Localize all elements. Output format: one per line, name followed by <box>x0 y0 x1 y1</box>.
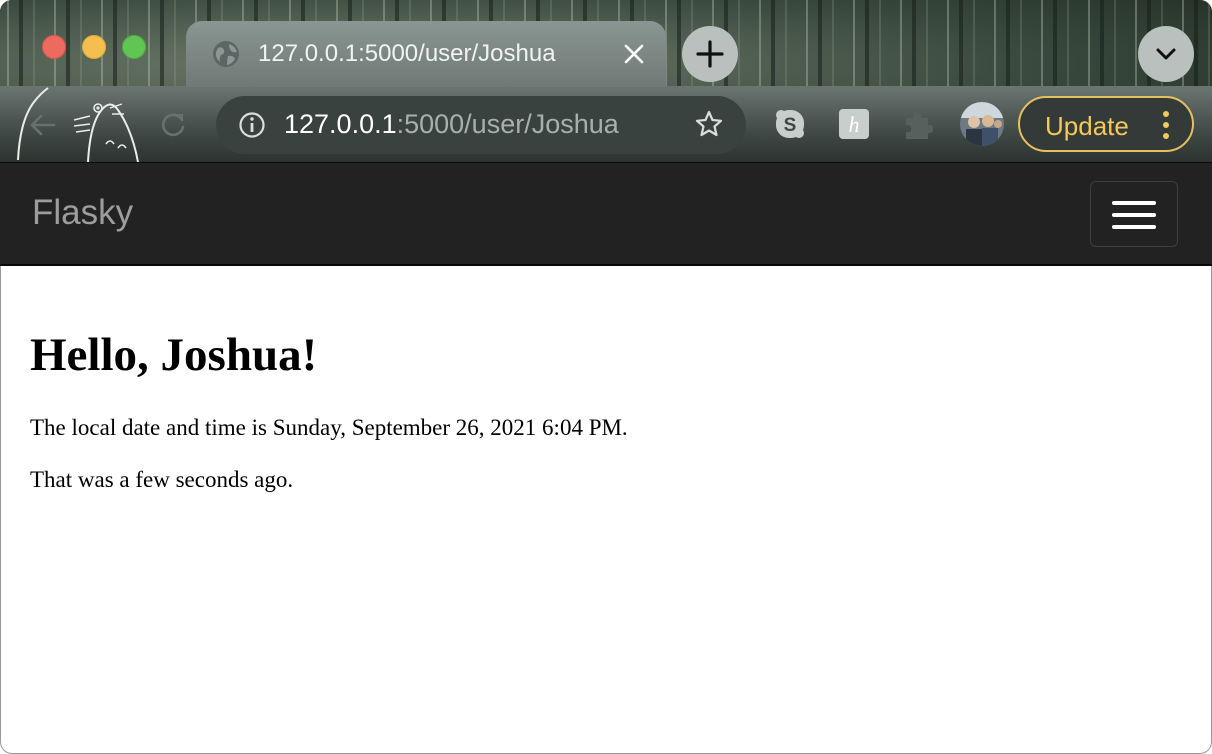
address-bar[interactable]: 127.0.0.1:5000/user/Joshua <box>216 96 746 154</box>
close-icon[interactable] <box>622 42 646 66</box>
plus-icon <box>696 40 724 68</box>
hamburger-icon-bar <box>1112 213 1156 217</box>
page-title: Hello, Joshua! <box>30 329 318 381</box>
new-tab-button[interactable] <box>682 26 738 82</box>
chevron-down-icon <box>1156 48 1176 60</box>
back-arrow-icon[interactable] <box>28 110 58 140</box>
avatar[interactable] <box>960 102 1004 146</box>
tab-title: 127.0.0.1:5000/user/Joshua <box>258 40 556 67</box>
skype-icon[interactable]: S <box>774 108 806 140</box>
tab-active[interactable]: 127.0.0.1:5000/user/Joshua <box>186 21 666 87</box>
update-button[interactable]: Update <box>1018 96 1194 152</box>
url-text[interactable]: 127.0.0.1:5000/user/Joshua <box>284 109 619 140</box>
globe-icon <box>213 41 239 67</box>
local-time-text: The local date and time is Sunday, Septe… <box>30 415 628 440</box>
update-label: Update <box>1045 111 1129 141</box>
browser-chrome: 127.0.0.1:5000/user/Joshua 127.0.0.1:500… <box>0 0 1212 162</box>
page-content: Hello, Joshua! The local date and time i… <box>30 328 1180 492</box>
three-dots-icon[interactable] <box>1159 110 1173 140</box>
puzzle-icon[interactable] <box>902 108 934 140</box>
star-icon[interactable] <box>694 109 724 139</box>
profile-photo <box>960 102 1004 146</box>
tab-search-button[interactable] <box>1138 26 1194 82</box>
browser-window: 127.0.0.1:5000/user/Joshua 127.0.0.1:500… <box>0 0 1212 754</box>
navbar-toggler-button[interactable] <box>1090 181 1178 247</box>
minimize-window-button[interactable] <box>82 35 106 59</box>
info-icon[interactable] <box>238 111 266 139</box>
reload-icon[interactable] <box>158 110 188 140</box>
navbar-brand[interactable]: Flasky <box>32 193 133 233</box>
url-path: :5000/user/Joshua <box>396 109 619 139</box>
zoom-window-button[interactable] <box>122 35 146 59</box>
hamburger-icon-bar <box>1112 225 1156 229</box>
navbar: Flasky <box>0 162 1212 266</box>
honey-icon[interactable]: h <box>838 108 870 140</box>
hamburger-icon <box>1112 201 1156 205</box>
close-window-button[interactable] <box>42 35 66 59</box>
url-host: 127.0.0.1 <box>284 109 397 139</box>
relative-time-text: That was a few seconds ago. <box>30 467 294 492</box>
svg-text:S: S <box>784 115 797 136</box>
svg-text:h: h <box>849 112 860 137</box>
